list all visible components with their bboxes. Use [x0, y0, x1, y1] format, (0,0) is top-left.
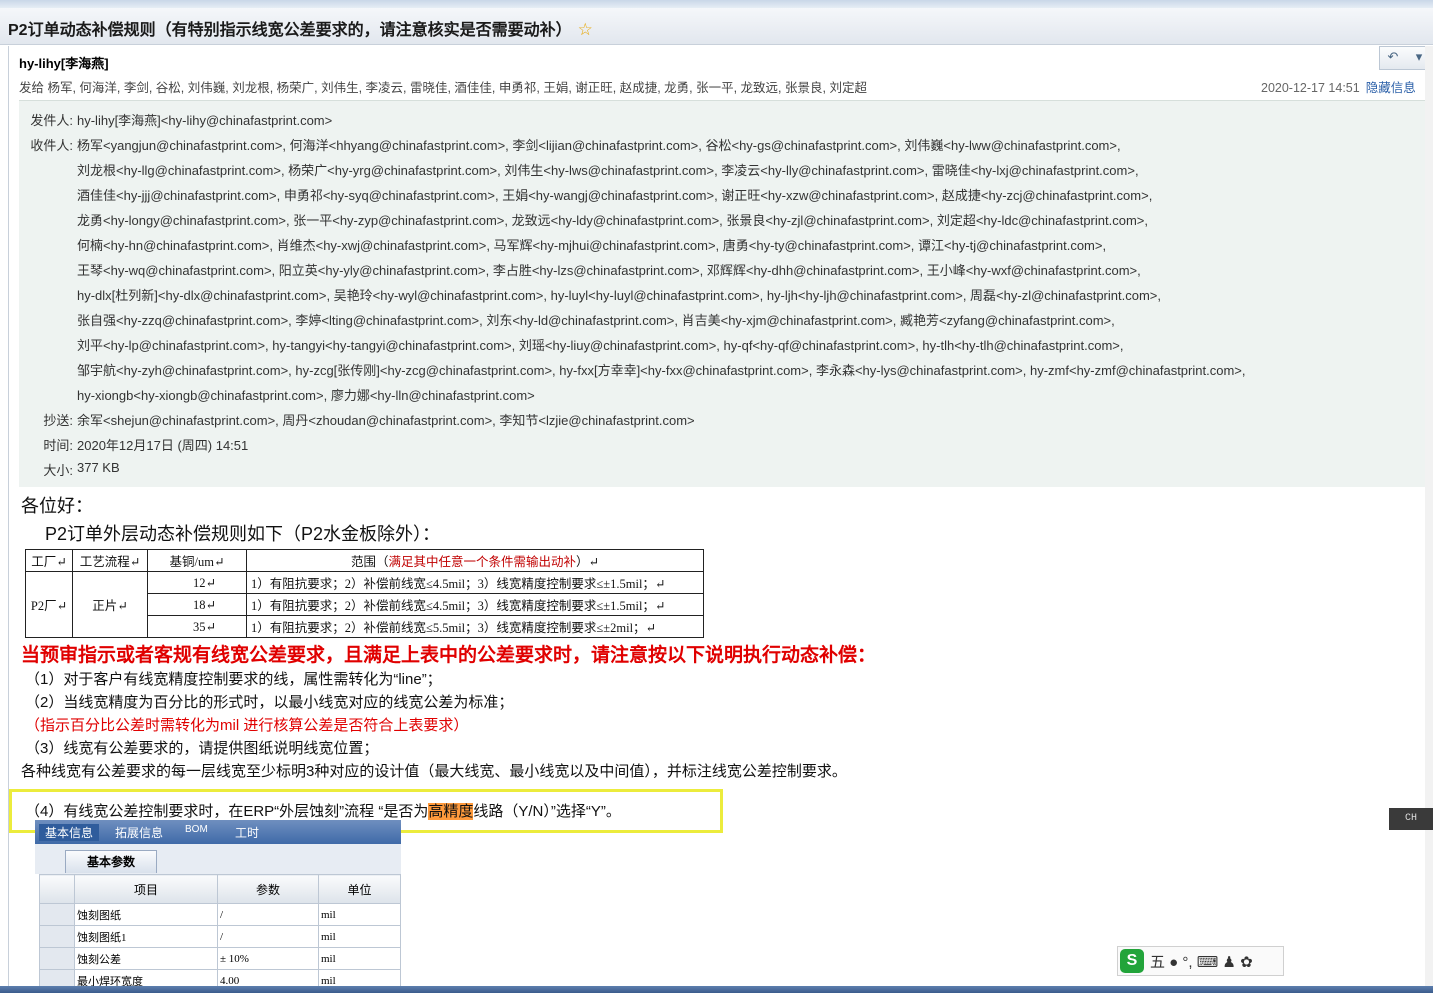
erp-tab-basic[interactable]: 基本信息 — [39, 824, 100, 841]
erp-tab-extended[interactable]: 拓展信息 — [115, 824, 163, 841]
taskbar[interactable] — [0, 986, 1433, 993]
vertical-scrollbar[interactable] — [1425, 46, 1433, 986]
col-process: 工艺流程↵ — [72, 549, 148, 572]
col-range: 范围（满足其中任意一个条件需输出动补）↵ — [246, 549, 704, 572]
to-line[interactable]: 酒佳佳<hy-jjj@chinafastprint.com>, 申勇祁<hy-s… — [77, 185, 1152, 204]
copper-cell: 18↵ — [147, 593, 247, 616]
mail-body: 各位好： P2订单外层动态补偿规则如下（P2水金板除外）： 工厂↵ 工艺流程↵ … — [9, 486, 1433, 993]
cc-label: 抄送: — [43, 413, 73, 428]
from-address[interactable]: hy-lihy[李海燕]<hy-lihy@chinafastprint.com> — [77, 110, 332, 129]
erp-tab-bar: 基本信息 拓展信息 BOM 工时 — [35, 820, 401, 844]
erp-tab-hours[interactable]: 工时 — [235, 824, 259, 841]
time-label: 时间: — [43, 438, 73, 453]
grid-col-unit: 单位 — [318, 874, 401, 904]
rule-2: （2）当线宽精度为百分比的形式时，以最小线宽对应的线宽公差为标准； — [25, 694, 514, 711]
ime-logo-icon[interactable]: S — [1120, 949, 1144, 973]
copper-cell: 12↵ — [147, 571, 247, 594]
erp-subtab-basic-params[interactable]: 基本参数 — [65, 850, 157, 873]
to-line[interactable]: 龙勇<hy-longy@chinafastprint.com>, 张一平<hy-… — [77, 210, 1148, 229]
range-cell: 1）有阻抗要求；2）补偿前线宽≤4.5mil；3）线宽精度控制要求≤±1.5mi… — [246, 593, 704, 616]
mail-title-bar: P2订单动态补偿规则（有特别指示线宽公差要求的，请注意核实是否需要动补） ☆ — [0, 8, 1433, 45]
to-line[interactable]: 刘龙根<hy-llg@chinafastprint.com>, 杨荣广<hy-y… — [77, 160, 1139, 179]
erp-subtab-bar: 基本参数 — [35, 844, 401, 874]
col-copper: 基铜/um↵ — [147, 549, 247, 572]
warning-heading: 当预审指示或者客规有线宽公差要求，且满足上表中的公差要求时，请注意按以下说明执行… — [21, 645, 877, 666]
mail-header-details: 发件人: hy-lihy[李海燕]<hy-lihy@chinafastprint.… — [19, 100, 1433, 487]
grid-col-value: 参数 — [217, 874, 319, 904]
sender-name: hy-lihy[李海燕] — [19, 56, 109, 71]
to-label: 收件人: — [30, 138, 73, 153]
language-indicator[interactable]: CH — [1389, 808, 1433, 830]
ime-tool-icons[interactable]: 五 ● °, ⌨ ♟ ✿ — [1150, 951, 1253, 972]
rule-1: （1）对于客户有线宽精度控制要求的线，属性需转化为“line”； — [25, 671, 442, 688]
cc-addresses[interactable]: 余军<shejun@chinafastprint.com>, 周丹<zhouda… — [77, 410, 695, 429]
table-row: 蚀刻图纸 / mil — [39, 903, 401, 926]
range-cell: 1）有阻抗要求；2）补偿前线宽≤5.5mil；3）线宽精度控制要求≤±2mil；… — [246, 615, 704, 638]
factory-cell: P2厂↵ — [25, 571, 73, 638]
range-cell: 1）有阻抗要求；2）补偿前线宽≤4.5mil；3）线宽精度控制要求≤±1.5mi… — [246, 571, 704, 594]
size-value: 377 KB — [77, 460, 120, 475]
intro-line: P2订单外层动态补偿规则如下（P2水金板除外）： — [45, 524, 441, 544]
to-line[interactable]: 杨军<yangjun@chinafastprint.com>, 何海洋<hhya… — [77, 135, 1121, 154]
grid-col-item: 项目 — [74, 874, 218, 904]
size-label: 大小: — [43, 463, 73, 478]
copper-cell: 35↵ — [147, 615, 247, 638]
mail-pane: ↶ ▾ hy-lihy[李海燕] 发给 杨军, 何海洋, 李剑, 谷松, 刘伟巍,… — [8, 46, 1433, 993]
reply-icon[interactable]: ↶ — [1380, 47, 1406, 67]
hide-info-link[interactable]: 隐藏信息 — [1366, 81, 1416, 95]
table-header-row: 工厂↵ 工艺流程↵ 基铜/um↵ 范围（满足其中任意一个条件需输出动补）↵ — [25, 549, 704, 572]
erp-screenshot: 基本信息 拓展信息 BOM 工时 基本参数 项目 参数 单位 蚀刻图纸 / mil 蚀刻… — [35, 820, 401, 993]
to-line[interactable]: 刘平<hy-lp@chinafastprint.com>, hy-tangyi<… — [77, 335, 1124, 354]
rule-4: （4）有线宽公差控制要求时，在ERP“外层蚀刻”流程 “是否为高精度线路（Y/N… — [25, 803, 621, 820]
to-line[interactable]: 王琴<hy-wq@chinafastprint.com>, 阳立英<hy-yly… — [77, 260, 1141, 279]
mail-subject: P2订单动态补偿规则（有特别指示线宽公差要求的，请注意核实是否需要动补） ☆ — [8, 20, 593, 39]
to-line[interactable]: 何楠<hy-hn@chinafastprint.com>, 肖维杰<hy-xwj… — [77, 235, 1106, 254]
table-row: 蚀刻图纸1/mil — [39, 925, 401, 948]
rule-3: （3）线宽有公差要求的，请提供图纸说明线宽位置； — [25, 740, 379, 757]
table-row: P2厂↵ 正片↵ 12↵ 1）有阻抗要求；2）补偿前线宽≤4.5mil；3）线宽… — [25, 571, 704, 638]
mail-date: 2020-12-17 14:51 隐藏信息 — [1261, 81, 1416, 95]
col-factory: 工厂↵ — [25, 549, 73, 572]
ime-toolbar[interactable]: S 五 ● °, ⌨ ♟ ✿ — [1117, 946, 1284, 976]
highlighted-text: 高精度 — [428, 803, 474, 820]
grid-corner — [39, 874, 75, 904]
from-label: 发件人: — [30, 113, 73, 128]
table-row: 蚀刻公差 ± 10% mil — [39, 947, 401, 970]
to-line[interactable]: 邹宇航<hy-zyh@chinafastprint.com>, hy-zcg[张… — [77, 360, 1245, 379]
star-icon[interactable]: ☆ — [578, 20, 593, 39]
rule-3-detail: 各种线宽有公差要求的每一层线宽至少标明3种对应的设计值（最大线宽、最小线宽以及中… — [21, 763, 847, 780]
to-line[interactable]: 张自强<hy-zzq@chinafastprint.com>, 李婷<lting… — [77, 310, 1115, 329]
window-top-strip — [0, 0, 1433, 8]
greeting: 各位好： — [21, 496, 93, 516]
rule-2-note: （指示百分比公差时需转化为mil 进行核算公差是否符合上表要求） — [25, 717, 469, 734]
recipients-summary: 发给 杨军, 何海洋, 李剑, 谷松, 刘伟巍, 刘龙根, 杨荣广, 刘伟生, … — [19, 81, 867, 95]
compensation-rule-table: 工厂↵ 工艺流程↵ 基铜/um↵ 范围（满足其中任意一个条件需输出动补）↵ P2… — [25, 549, 704, 638]
to-line[interactable]: hy-dlx[杜列新]<hy-dlx@chinafastprint.com>, … — [77, 285, 1161, 304]
time-value: 2020年12月17日 (周四) 14:51 — [77, 438, 249, 453]
erp-tab-bom[interactable]: BOM — [185, 824, 208, 835]
to-line[interactable]: hy-xiongb<hy-xiongb@chinafastprint.com>,… — [77, 385, 535, 404]
erp-param-grid: 项目 参数 单位 蚀刻图纸 / mil 蚀刻图纸1/mil 蚀刻公差 ± 10% mil 最… — [39, 874, 401, 992]
process-cell: 正片↵ — [72, 571, 148, 638]
